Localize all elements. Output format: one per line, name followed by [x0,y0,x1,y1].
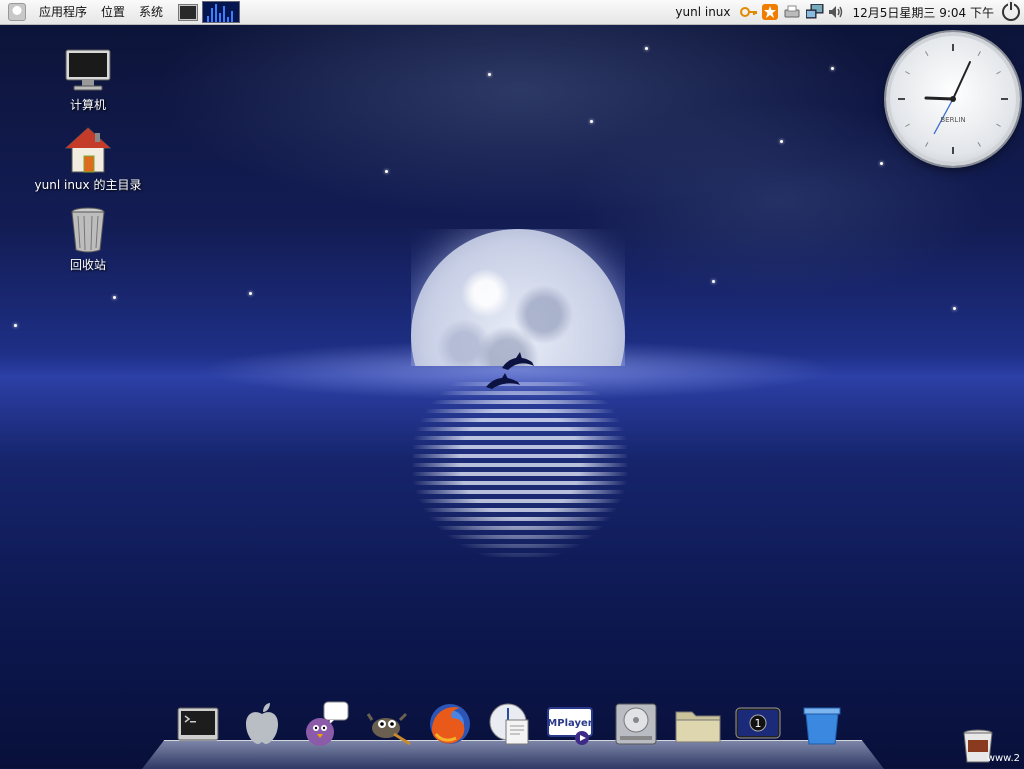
desktop-icon-label: 计算机 [69,98,106,112]
workspace-icon: 1 [735,707,781,739]
analog-clock-widget[interactable]: BERLIN [886,32,1020,166]
dock-hard-drive[interactable] [612,700,660,748]
dolphin-upper [502,352,534,370]
star [385,170,388,173]
moon-reflection [413,382,627,582]
update-notifier-icon[interactable] [761,4,778,20]
dock-firefox[interactable] [426,700,474,748]
hour-hand [924,96,955,101]
network-icon[interactable] [805,3,824,20]
star [488,73,491,76]
pidgin-icon [306,701,349,746]
printer-icon[interactable] [784,4,800,20]
star [113,296,116,299]
dock-recycle-bin[interactable] [798,700,846,748]
desktop-icon-home[interactable]: yunl inux 的主目录 [28,126,148,193]
star [880,162,883,165]
hard-drive-icon [615,703,657,745]
folder-icon [675,711,721,743]
terminal-icon [177,707,219,741]
home-folder-icon [64,126,112,174]
recycle-bin-icon [803,707,841,745]
dock-mplayer[interactable]: MPlayer [546,700,594,748]
apple-icon [246,703,278,744]
star [590,120,593,123]
keys-icon[interactable] [739,4,757,20]
dock-evolution[interactable] [488,700,536,748]
volume-icon[interactable] [828,4,844,20]
svg-text:MPlayer: MPlayer [547,718,592,729]
star [831,67,834,70]
dock-pidgin[interactable] [302,700,350,748]
desktop-icon-computer[interactable]: 计算机 [28,46,148,113]
desktop-icon-label: yunl inux 的主目录 [34,178,142,192]
star [780,140,783,143]
desktop-icon-trash[interactable]: 回收站 [28,206,148,273]
dolphin-lower [486,373,520,389]
menu-places[interactable]: 位置 [94,0,132,24]
menu-applications[interactable]: 应用程序 [32,0,94,24]
dock-gimp[interactable] [364,700,412,748]
dock-workspace-switcher[interactable]: 1 [734,700,782,748]
watermark-text: www.2 [986,753,1020,764]
firefox-icon [430,704,470,744]
star [953,307,956,310]
star [249,292,252,295]
clock-brand-label: BERLIN [940,116,965,124]
computer-icon [64,46,112,94]
menu-system[interactable]: 系统 [132,0,170,24]
top-panel: 应用程序 位置 系统 yunl inux 12月5日星期三 9:04 下午 [0,0,1024,25]
desktop-icon-label: 回收站 [69,258,106,272]
dock-terminal[interactable] [174,700,222,748]
terminal-launcher-icon[interactable] [178,3,199,21]
username-label[interactable]: yunl inux [669,5,736,19]
desktop-wallpaper [0,0,1024,768]
clock-face: BERLIN [898,44,1008,154]
dock-folder[interactable] [674,700,722,748]
star [14,324,17,327]
star [645,47,648,50]
trash-icon [64,206,112,254]
date-time-clock[interactable]: 12月5日星期三 9:04 下午 [847,4,998,21]
mplayer-icon: MPlayer [547,707,593,745]
minute-hand [952,61,971,100]
gimp-icon [366,712,411,746]
star [712,280,715,283]
dock-apple[interactable] [238,700,286,748]
system-monitor-icon[interactable] [202,1,241,23]
mail-calendar-icon [489,703,529,745]
power-icon[interactable] [1002,2,1020,21]
svg-text:1: 1 [755,717,762,730]
distro-logo-icon[interactable] [8,3,26,21]
